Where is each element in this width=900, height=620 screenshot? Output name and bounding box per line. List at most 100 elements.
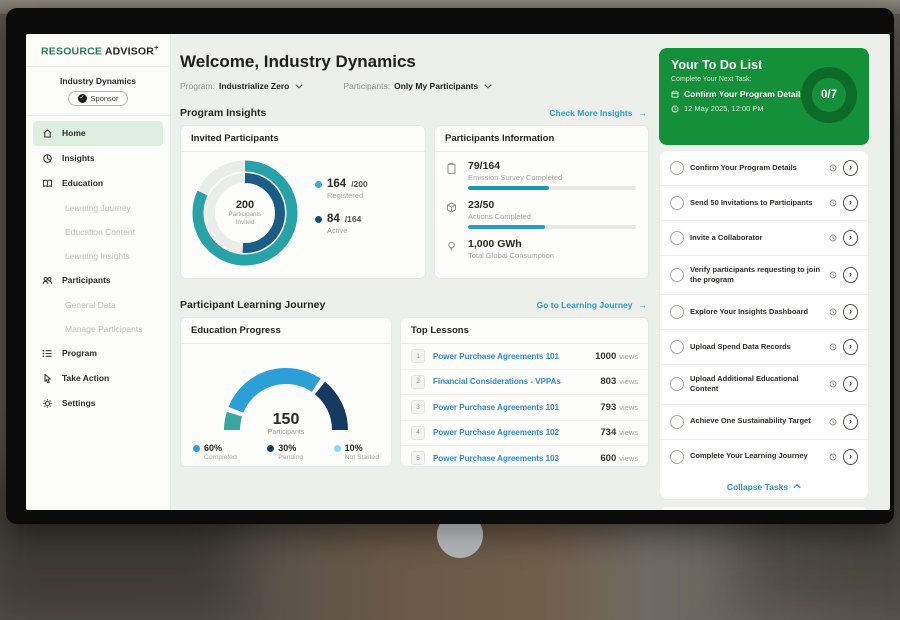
clipboard-icon xyxy=(445,160,460,190)
home-icon xyxy=(42,128,54,139)
todo-task[interactable]: Explore Your Insights Dashboard › xyxy=(660,295,868,330)
sidebar-item-general-data[interactable]: General Data xyxy=(33,293,163,317)
lesson-rank: 3 xyxy=(411,400,425,414)
todo-task[interactable]: Upload Additional Educational Content › xyxy=(660,365,868,404)
sidebar-item-education-content[interactable]: Education Content xyxy=(33,220,163,244)
lesson-link[interactable]: Power Purchase Agreements 101 xyxy=(433,403,592,412)
donut-center-caption: Participants xyxy=(229,211,262,220)
sponsor-badge[interactable]: ✓ Sponsor xyxy=(68,91,129,106)
todo-progress-ring: 0/7 xyxy=(801,67,857,123)
info-value: 79/164 xyxy=(468,160,636,172)
gauge-center-label: 150 Participants xyxy=(214,411,358,436)
task-chevron-button[interactable]: › xyxy=(843,414,858,430)
task-chevron-button[interactable]: › xyxy=(843,230,858,246)
lesson-rank: 1 xyxy=(411,349,425,363)
task-chevron-button[interactable]: › xyxy=(843,449,858,465)
top-lessons-list: 1 Power Purchase Agreements 101 1000view… xyxy=(401,344,648,467)
task-chevron-button[interactable]: › xyxy=(843,195,858,211)
task-chevron-button[interactable]: › xyxy=(843,339,858,355)
task-checkbox[interactable] xyxy=(670,340,684,354)
go-to-learning-journey-link[interactable]: Go to Learning Journey → xyxy=(537,300,647,310)
sidebar-item-label: Program xyxy=(62,348,97,358)
arrow-right-icon: → xyxy=(639,108,648,118)
brand-plus: + xyxy=(154,45,158,52)
legend-label: Pending xyxy=(278,454,303,461)
lesson-link[interactable]: Financial Considerations - VPPAs xyxy=(433,377,592,386)
sidebar-item-insights[interactable]: Insights xyxy=(33,146,163,171)
sidebar-item-education[interactable]: Education xyxy=(33,171,163,196)
legend-label: Active xyxy=(327,226,368,235)
task-checkbox[interactable] xyxy=(670,377,684,391)
todo-task[interactable]: Confirm Your Program Details › xyxy=(660,151,868,186)
program-dropdown-label: Program: xyxy=(180,81,215,91)
donut-center-label: 200 Participants Invited xyxy=(189,157,301,269)
todo-header-card: Your To Do List Complete Your Next Task:… xyxy=(659,48,869,145)
sidebar: RESOURCE ADVISOR+ Industry Dynamics ✓ Sp… xyxy=(26,34,171,510)
lesson-link[interactable]: Power Purchase Agreements 103 xyxy=(433,454,592,463)
sidebar-item-label: Participants xyxy=(62,275,111,285)
brand-secondary: ADVISOR xyxy=(105,46,154,58)
sidebar-item-program[interactable]: Program xyxy=(33,341,163,366)
sidebar-item-manage-participants[interactable]: Manage Participants xyxy=(33,317,163,341)
legend-value: 164 xyxy=(327,178,346,190)
participants-information-body: 79/164 Emission Survey Completed 23/50 xyxy=(435,152,648,260)
lesson-link[interactable]: Power Purchase Agreements 102 xyxy=(433,428,592,437)
sidebar-item-label: Learning Insights xyxy=(65,251,130,261)
task-checkbox[interactable] xyxy=(670,415,684,429)
task-chevron-button[interactable]: › xyxy=(843,160,858,176)
page-title: Welcome, Industry Dynamics xyxy=(180,52,649,72)
invited-participants-body: 200 Participants Invited 164/200 Registe… xyxy=(181,152,425,269)
legend-item-pending: 30% Pending xyxy=(267,443,303,461)
program-insights-header: Program Insights Check More Insights → xyxy=(180,107,647,119)
clock-icon xyxy=(829,343,837,351)
task-chevron-button[interactable]: › xyxy=(843,267,858,283)
todo-task[interactable]: Achieve One Sustainability Target › xyxy=(660,405,868,440)
book-icon xyxy=(42,178,54,189)
sidebar-item-home[interactable]: Home xyxy=(33,121,163,146)
program-insights-cards: Invited Participants 200 Participants I xyxy=(180,125,649,279)
participants-dropdown[interactable]: Participants: Only My Participants xyxy=(343,81,492,91)
program-dropdown-value: Industrialize Zero xyxy=(219,81,289,91)
task-chevron-button[interactable]: › xyxy=(843,376,858,392)
sidebar-item-take-action[interactable]: Take Action xyxy=(33,366,163,391)
dashboard-screen: RESOURCE ADVISOR+ Industry Dynamics ✓ Sp… xyxy=(26,34,890,510)
task-label: Upload Spend Data Records xyxy=(690,342,823,352)
info-value: 1,000 GWh xyxy=(468,238,636,250)
info-label: Emission Survey Completed xyxy=(468,173,636,182)
sidebar-item-settings[interactable]: Settings xyxy=(33,391,163,416)
sidebar-item-learning-insights[interactable]: Learning Insights xyxy=(33,244,163,268)
sidebar-item-participants[interactable]: Participants xyxy=(33,268,163,293)
task-checkbox[interactable] xyxy=(670,231,684,245)
legend-value: 60% xyxy=(204,443,237,453)
todo-task[interactable]: Complete Your Learning Journey › xyxy=(660,440,868,474)
gauge-center-caption: Participants xyxy=(214,429,358,436)
todo-due-label: 12 May 2025, 12:00 PM xyxy=(684,104,764,113)
task-chevron-button[interactable]: › xyxy=(843,304,858,320)
check-more-insights-link[interactable]: Check More Insights → xyxy=(549,108,647,118)
task-checkbox[interactable] xyxy=(670,450,684,464)
brand-logo: RESOURCE ADVISOR+ xyxy=(26,34,170,66)
collapse-tasks-link[interactable]: Collapse Tasks xyxy=(660,474,868,499)
lesson-link[interactable]: Power Purchase Agreements 101 xyxy=(433,352,587,361)
legend-dot xyxy=(315,216,322,223)
task-checkbox[interactable] xyxy=(670,305,684,319)
clock-icon xyxy=(829,308,837,316)
sidebar-item-label: General Data xyxy=(65,300,116,310)
legend-item-not-started: 10% Not Started xyxy=(334,443,379,461)
participants-dropdown-value: Only My Participants xyxy=(394,81,478,91)
task-checkbox[interactable] xyxy=(670,161,684,175)
todo-task[interactable]: Send 50 Invitations to Participants › xyxy=(660,186,868,221)
participants-dropdown-label: Participants: xyxy=(343,81,390,91)
task-checkbox[interactable] xyxy=(670,196,684,210)
program-dropdown[interactable]: Program: Industrialize Zero xyxy=(180,81,303,91)
task-checkbox[interactable] xyxy=(670,268,684,282)
legend-total: /200 xyxy=(351,179,368,189)
todo-tasks-card: Confirm Your Program Details › Send 50 I… xyxy=(659,150,869,500)
todo-task[interactable]: Verify participants requesting to join t… xyxy=(660,256,868,295)
todo-task[interactable]: Upload Spend Data Records › xyxy=(660,330,868,365)
sidebar-item-label: Insights xyxy=(62,153,95,163)
sidebar-item-label: Home xyxy=(62,128,86,138)
sidebar-item-learning-journey[interactable]: Learning Journey xyxy=(33,196,163,220)
lesson-row: 2 Financial Considerations - VPPAs 803vi… xyxy=(401,370,648,396)
todo-task[interactable]: Invite a Collaborator › xyxy=(660,221,868,256)
